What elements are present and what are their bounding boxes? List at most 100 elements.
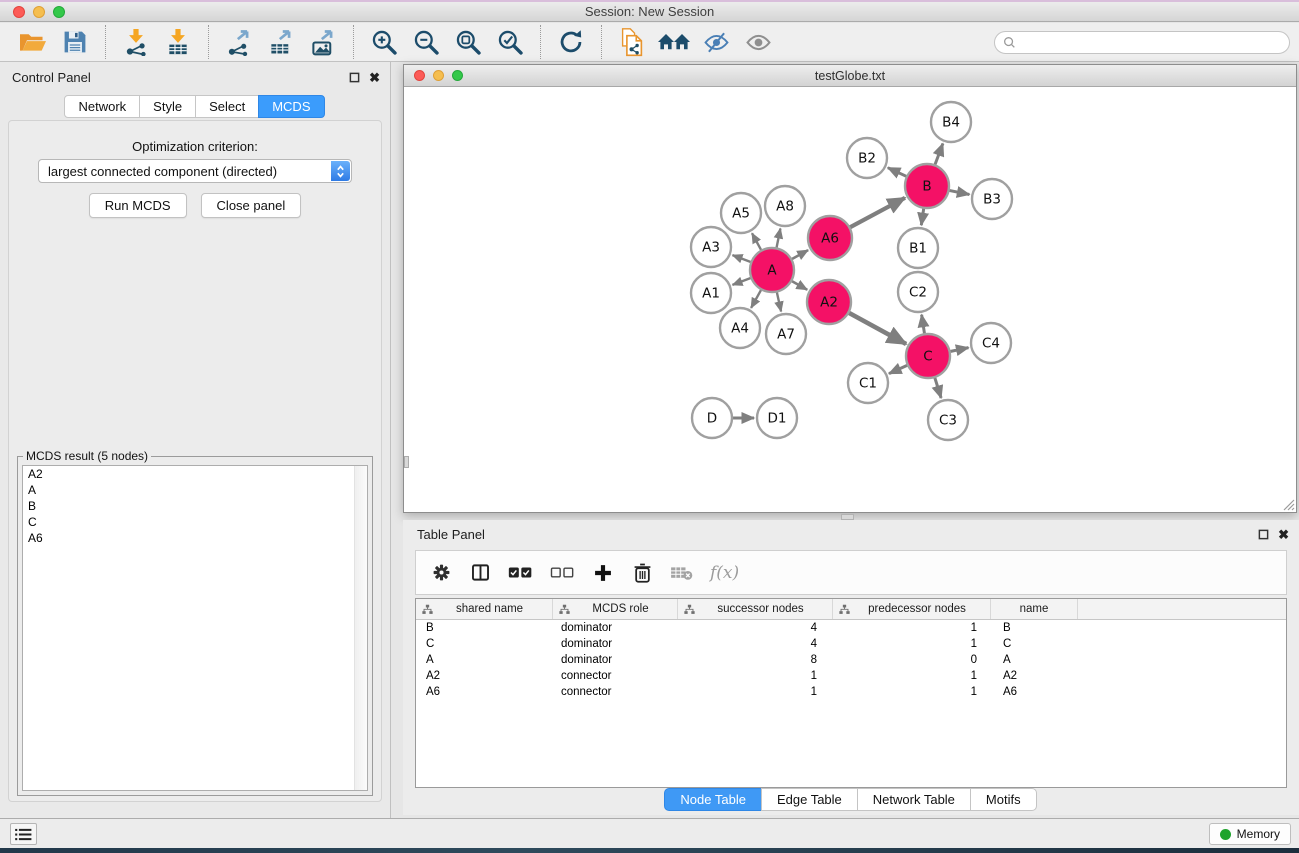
open-session-button[interactable] xyxy=(15,25,51,59)
table-settings-button[interactable] xyxy=(430,563,452,582)
node-C1[interactable]: C1 xyxy=(848,363,888,403)
node-B3[interactable]: B3 xyxy=(972,179,1012,219)
edge-A-A4[interactable] xyxy=(751,289,761,308)
edge-B-B2[interactable] xyxy=(888,168,907,177)
hide-graphics-details-button[interactable] xyxy=(698,25,734,59)
import-network-button[interactable] xyxy=(118,25,154,59)
node-B2[interactable]: B2 xyxy=(847,138,887,178)
table-row[interactable]: A6connector11A6 xyxy=(416,684,1286,700)
criterion-select[interactable]: largest connected component (directed) xyxy=(38,159,352,183)
minimize-network-window-button[interactable] xyxy=(433,70,444,81)
split-view-button[interactable] xyxy=(469,563,491,582)
mcds-result-item[interactable]: B xyxy=(23,498,367,514)
network-window-titlebar[interactable]: testGlobe.txt xyxy=(404,65,1296,87)
window-edge-handle[interactable] xyxy=(404,456,409,468)
node-B4[interactable]: B4 xyxy=(931,102,971,142)
edge-B-B4[interactable] xyxy=(935,144,943,166)
node-A8[interactable]: A8 xyxy=(765,186,805,226)
edge-B-B3[interactable] xyxy=(949,190,970,194)
column-header-predecessor-nodes[interactable]: predecessor nodes xyxy=(833,599,991,619)
node-D1[interactable]: D1 xyxy=(757,398,797,438)
tab-network[interactable]: Network xyxy=(64,95,140,118)
task-history-button[interactable] xyxy=(10,823,37,845)
memory-button[interactable]: Memory xyxy=(1209,823,1291,845)
table-row[interactable]: Cdominator41C xyxy=(416,636,1286,652)
show-graphics-details-button[interactable] xyxy=(740,25,776,59)
node-A2[interactable]: A2 xyxy=(807,280,851,324)
table-row[interactable]: Adominator80A xyxy=(416,652,1286,668)
edge-A-A3[interactable] xyxy=(733,255,752,262)
export-image-button[interactable] xyxy=(305,25,341,59)
import-table-button[interactable] xyxy=(160,25,196,59)
network-canvas[interactable]: B4 B2 B B3 A8A5 A6 A3 B1 A C2 A1 A2 A4A7 C4 C C1 D D1 C3 xyxy=(404,88,1296,512)
edge-C-C2[interactable] xyxy=(922,315,925,335)
mcds-result-item[interactable]: C xyxy=(23,514,367,530)
zoom-fit-button[interactable] xyxy=(450,25,486,59)
node-A5[interactable]: A5 xyxy=(721,193,761,233)
node-A6[interactable]: A6 xyxy=(808,216,852,260)
deselect-all-rows-button[interactable] xyxy=(550,565,575,580)
edge-C-C1[interactable] xyxy=(889,365,908,374)
zoom-network-window-button[interactable] xyxy=(452,70,463,81)
node-D[interactable]: D xyxy=(692,398,732,438)
close-panel-button[interactable]: Close panel xyxy=(201,193,302,218)
run-mcds-button[interactable]: Run MCDS xyxy=(89,193,187,218)
clone-network-button[interactable] xyxy=(614,25,650,59)
table-row[interactable]: A2connector11A2 xyxy=(416,668,1286,684)
list-scrollbar[interactable] xyxy=(354,466,367,790)
close-table-panel-icon[interactable]: ✖ xyxy=(1278,529,1289,540)
node-B1[interactable]: B1 xyxy=(898,228,938,268)
edge-A-A2[interactable] xyxy=(791,281,807,290)
node-C4[interactable]: C4 xyxy=(971,323,1011,363)
close-network-window-button[interactable] xyxy=(414,70,425,81)
search-box[interactable] xyxy=(994,31,1290,54)
zoom-window-button[interactable] xyxy=(53,6,65,18)
node-A3[interactable]: A3 xyxy=(691,227,731,267)
tab-edge-table[interactable]: Edge Table xyxy=(761,788,858,811)
node-C[interactable]: C xyxy=(906,334,950,378)
edge-C-C4[interactable] xyxy=(950,348,969,352)
node-A[interactable]: A xyxy=(750,248,794,292)
float-table-panel-icon[interactable] xyxy=(1258,529,1269,540)
column-header-name[interactable]: name xyxy=(991,599,1078,619)
delete-column-button[interactable] xyxy=(631,562,653,584)
node-A1[interactable]: A1 xyxy=(691,273,731,313)
table-row[interactable]: Bdominator41B xyxy=(416,620,1286,636)
tab-motifs[interactable]: Motifs xyxy=(970,788,1037,811)
close-window-button[interactable] xyxy=(13,6,25,18)
refresh-button[interactable] xyxy=(553,25,589,59)
save-session-button[interactable] xyxy=(57,25,93,59)
edge-A2-C[interactable] xyxy=(848,313,906,345)
add-column-button[interactable] xyxy=(592,563,614,583)
select-all-rows-button[interactable] xyxy=(508,565,533,580)
zoom-out-button[interactable] xyxy=(408,25,444,59)
mcds-result-item[interactable]: A2 xyxy=(23,466,367,482)
tab-network-table[interactable]: Network Table xyxy=(857,788,971,811)
tab-mcds[interactable]: MCDS xyxy=(258,95,324,118)
node-A7[interactable]: A7 xyxy=(766,314,806,354)
edge-C-C3[interactable] xyxy=(935,377,942,398)
node-B[interactable]: B xyxy=(905,164,949,208)
search-input[interactable] xyxy=(1021,36,1281,50)
tab-style[interactable]: Style xyxy=(139,95,196,118)
edge-A-A5[interactable] xyxy=(752,233,762,251)
mcds-result-item[interactable]: A6 xyxy=(23,530,367,546)
edge-A6-B[interactable] xyxy=(849,198,905,228)
mcds-result-item[interactable]: A xyxy=(23,482,367,498)
minimize-window-button[interactable] xyxy=(33,6,45,18)
edge-A-A8[interactable] xyxy=(776,229,780,249)
column-header-mcds-role[interactable]: MCDS role xyxy=(553,599,678,619)
tab-node-table[interactable]: Node Table xyxy=(664,788,762,811)
horizontal-splitter[interactable] xyxy=(403,513,1297,520)
edge-A-A6[interactable] xyxy=(791,250,808,259)
tab-select[interactable]: Select xyxy=(195,95,259,118)
node-A4[interactable]: A4 xyxy=(720,308,760,348)
edge-B-B1[interactable] xyxy=(921,208,924,225)
column-header-shared-name[interactable]: shared name xyxy=(416,599,553,619)
edge-A-A1[interactable] xyxy=(733,278,752,285)
resize-grip[interactable] xyxy=(1281,497,1295,511)
node-C2[interactable]: C2 xyxy=(898,272,938,312)
column-header-successor-nodes[interactable]: successor nodes xyxy=(678,599,833,619)
node-C3[interactable]: C3 xyxy=(928,400,968,440)
close-panel-icon[interactable]: ✖ xyxy=(369,72,380,83)
